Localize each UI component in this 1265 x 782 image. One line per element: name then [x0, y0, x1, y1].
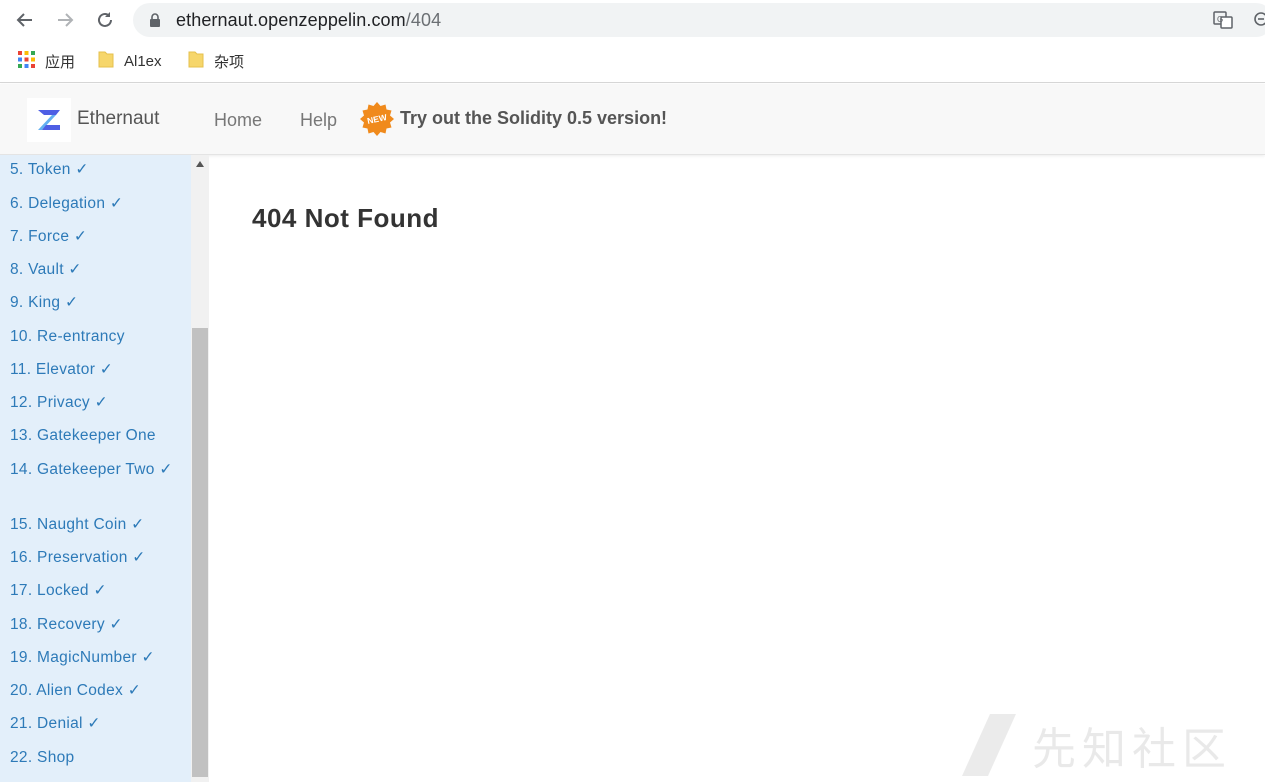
check-icon: ✓	[64, 294, 79, 311]
url-host: ethernaut.openzeppelin.com	[176, 10, 406, 30]
folder-icon	[188, 50, 204, 72]
url-text[interactable]: ethernaut.openzeppelin.com/404	[176, 10, 441, 31]
sidebar-item-denial[interactable]: 21. Denial ✓	[10, 713, 190, 735]
solidity-promo-link[interactable]: Try out the Solidity 0.5 version!	[400, 108, 667, 129]
sidebar-item-gatekeeper-two[interactable]: 14. Gatekeeper Two ✓	[10, 459, 190, 481]
bookmark-apps[interactable]: 应用	[18, 50, 76, 72]
watermark-logo-icon	[962, 714, 1016, 776]
bookmark-label: 杂项	[214, 53, 245, 71]
check-icon: ✓	[68, 261, 82, 278]
sidebar-item-token[interactable]: 5. Token ✓	[10, 159, 190, 181]
bookmark-label: 应用	[45, 53, 76, 71]
nav-home-link[interactable]: Home	[214, 110, 262, 131]
sidebar-item-king[interactable]: 9. King ✓	[10, 292, 190, 314]
sidebar-item-vault[interactable]: 8. Vault ✓	[10, 259, 190, 281]
level-label: 6. Delegation	[10, 195, 106, 212]
sidebar-item-naught-coin[interactable]: 15. Naught Coin ✓	[10, 514, 190, 536]
check-icon: ✓	[109, 616, 123, 633]
app-header: Ethernaut Home Help NEW Try out the Soli…	[0, 84, 1265, 155]
check-icon: ✓	[75, 161, 89, 178]
level-label: 22. Shop	[10, 749, 75, 766]
level-label: 20. Alien Codex	[10, 682, 124, 699]
level-label: 12. Privacy	[10, 394, 90, 411]
folder-icon	[98, 50, 114, 72]
level-label: 21. Denial	[10, 715, 83, 732]
check-icon: ✓	[132, 549, 146, 566]
bookmark-folder-misc[interactable]: 杂项	[188, 51, 244, 71]
bookmark-label: Al1ex	[124, 52, 162, 70]
sidebar-item-force[interactable]: 7. Force ✓	[10, 226, 190, 248]
check-icon: ✓	[73, 228, 88, 245]
sidebar-item-alien-codex[interactable]: 20. Alien Codex ✓	[10, 680, 190, 702]
sidebar-item-delegation[interactable]: 6. Delegation ✓	[10, 193, 190, 215]
sidebar-item-recovery[interactable]: 18. Recovery ✓	[10, 614, 190, 636]
check-icon: ✓	[109, 195, 124, 212]
level-label: 10. Re-entrancy	[10, 328, 125, 345]
check-icon: ✓	[127, 682, 141, 699]
sidebar-item-gatekeeper-one[interactable]: 13. Gatekeeper One	[10, 425, 190, 447]
level-label: 11. Elevator	[10, 361, 96, 378]
level-label: 8. Vault	[10, 261, 64, 278]
sidebar-item-privacy[interactable]: 12. Privacy ✓	[10, 392, 190, 414]
check-icon: ✓	[94, 394, 108, 411]
brand-name[interactable]: Ethernaut	[77, 108, 159, 130]
forward-arrow-icon[interactable]	[53, 8, 77, 32]
level-label: 7. Force	[10, 228, 70, 245]
check-icon: ✓	[141, 649, 155, 666]
zoom-icon[interactable]	[1253, 11, 1265, 34]
bookmark-folder-al1ex[interactable]: Al1ex	[98, 51, 162, 71]
level-label: 18. Recovery	[10, 616, 105, 633]
level-label: 9. King	[10, 294, 61, 311]
watermark: 先知社区	[960, 712, 1232, 778]
page-title: 404 Not Found	[252, 203, 440, 233]
check-icon: ✓	[93, 582, 107, 599]
level-label: 17. Locked	[10, 582, 89, 599]
sidebar-scrollbar[interactable]	[191, 155, 209, 782]
check-icon: ✓	[87, 715, 101, 732]
translate-icon[interactable]: G	[1213, 11, 1233, 34]
watermark-text: 先知社区	[1032, 724, 1232, 775]
sidebar-item-shop[interactable]: 22. Shop	[10, 747, 190, 769]
bookmarks-bar: 应用 Al1ex 杂项	[0, 40, 1265, 83]
check-icon: ✓	[159, 461, 173, 478]
address-bar[interactable]: ethernaut.openzeppelin.com/404 G	[133, 3, 1265, 37]
sidebar-item-re-entrancy[interactable]: 10. Re-entrancy	[10, 326, 190, 348]
lock-icon	[149, 13, 161, 32]
level-label: 14. Gatekeeper Two	[10, 461, 155, 478]
back-arrow-icon[interactable]	[13, 8, 37, 32]
url-path: /404	[405, 10, 442, 30]
check-icon: ✓	[131, 516, 145, 533]
levels-sidebar: 5. Token ✓ 6. Delegation ✓ 7. Force ✓ 8.…	[0, 155, 191, 782]
sidebar-item-elevator[interactable]: 11. Elevator ✓	[10, 359, 190, 381]
level-label: 15. Naught Coin	[10, 516, 127, 533]
level-label: 19. MagicNumber	[10, 649, 137, 666]
zeppelin-logo-icon[interactable]	[27, 98, 71, 142]
sidebar-item-magicnumber[interactable]: 19. MagicNumber ✓	[10, 647, 190, 669]
reload-icon[interactable]	[93, 8, 117, 32]
apps-grid-icon	[18, 50, 35, 72]
level-label: 5. Token	[10, 161, 71, 178]
level-label: 16. Preservation	[10, 549, 128, 566]
scroll-up-arrow-icon[interactable]	[196, 161, 204, 167]
new-badge-icon: NEW	[360, 102, 394, 136]
browser-toolbar: ethernaut.openzeppelin.com/404 G	[0, 0, 1265, 40]
sidebar-item-locked[interactable]: 17. Locked ✓	[10, 580, 190, 602]
svg-text:G: G	[1217, 15, 1223, 24]
scrollbar-thumb[interactable]	[192, 328, 208, 777]
sidebar-item-preservation[interactable]: 16. Preservation ✓	[10, 547, 190, 569]
level-label: 13. Gatekeeper One	[10, 427, 156, 444]
check-icon: ✓	[99, 361, 114, 378]
nav-help-link[interactable]: Help	[300, 110, 337, 131]
